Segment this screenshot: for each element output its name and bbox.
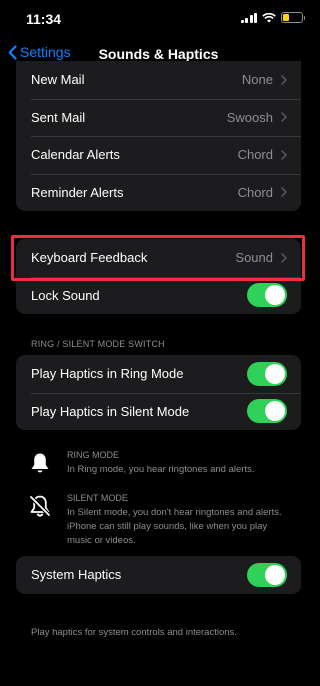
ring-haptics-toggle[interactable] (247, 361, 287, 386)
row-label: Reminder Alerts (31, 184, 124, 200)
lock-sound-toggle[interactable] (247, 283, 287, 308)
silent-mode-description: In Silent mode, you don't hear ringtones… (67, 507, 282, 546)
status-bar: 11:34 (0, 0, 317, 36)
system-haptics-group: System Haptics (16, 556, 301, 594)
silent-mode-title: SILENT MODE (67, 493, 128, 503)
ring-mode-info: RING MODE In Ring mode, you hear rington… (28, 450, 288, 480)
row-label: New Mail (31, 72, 85, 88)
silent-mode-info: SILENT MODE In Silent mode, you don't he… (28, 493, 288, 548)
status-icons (240, 12, 305, 23)
chevron-right-icon (281, 75, 287, 85)
row-label: Calendar Alerts (31, 147, 120, 163)
status-time: 11:34 (26, 11, 62, 27)
row-value: Chord (237, 147, 273, 163)
battery-icon (281, 12, 305, 23)
highlight-box (11, 235, 305, 281)
reminder-alerts-row[interactable]: Reminder Alerts Chord (16, 173, 301, 212)
sent-mail-row[interactable]: Sent Mail Swoosh (16, 98, 301, 137)
row-label: Sent Mail (31, 109, 86, 125)
system-haptics-row: System Haptics (16, 556, 301, 594)
silent-haptics-row: Play Haptics in Silent Mode (16, 392, 301, 431)
new-mail-row[interactable]: New Mail None (16, 61, 301, 99)
row-label: Play Haptics in Ring Mode (31, 366, 184, 382)
row-value: None (241, 72, 273, 88)
alert-sounds-group: New Mail None Sent Mail Swoosh Calendar … (16, 61, 301, 211)
bell-icon (28, 450, 56, 480)
system-haptics-footer: Play haptics for system controls and int… (31, 627, 237, 638)
wifi-icon (262, 12, 276, 23)
ring-mode-description: In Ring mode, you hear ringtones and ale… (67, 464, 255, 475)
row-value: Swoosh (226, 109, 273, 125)
ring-mode-title: RING MODE (67, 450, 120, 460)
cellular-signal-icon (240, 12, 257, 23)
silent-haptics-toggle[interactable] (247, 399, 287, 424)
battery-level-fill (283, 14, 290, 21)
section-header: RING / SILENT MODE SWITCH (31, 339, 165, 349)
ring-haptics-row: Play Haptics in Ring Mode (16, 355, 301, 393)
system-haptics-toggle[interactable] (247, 562, 287, 587)
page-title: Sounds & Haptics (98, 46, 219, 62)
chevron-right-icon (281, 187, 287, 197)
row-label: Lock Sound (31, 287, 100, 303)
row-value: Chord (237, 184, 273, 200)
row-label: System Haptics (31, 567, 122, 583)
ring-silent-group: Play Haptics in Ring Mode Play Haptics i… (16, 355, 301, 430)
bell-slash-icon (28, 493, 56, 548)
chevron-right-icon (281, 150, 287, 160)
chevron-right-icon (281, 112, 287, 122)
calendar-alerts-row[interactable]: Calendar Alerts Chord (16, 136, 301, 174)
row-label: Play Haptics in Silent Mode (31, 403, 190, 419)
lock-sound-row: Lock Sound (16, 276, 301, 315)
